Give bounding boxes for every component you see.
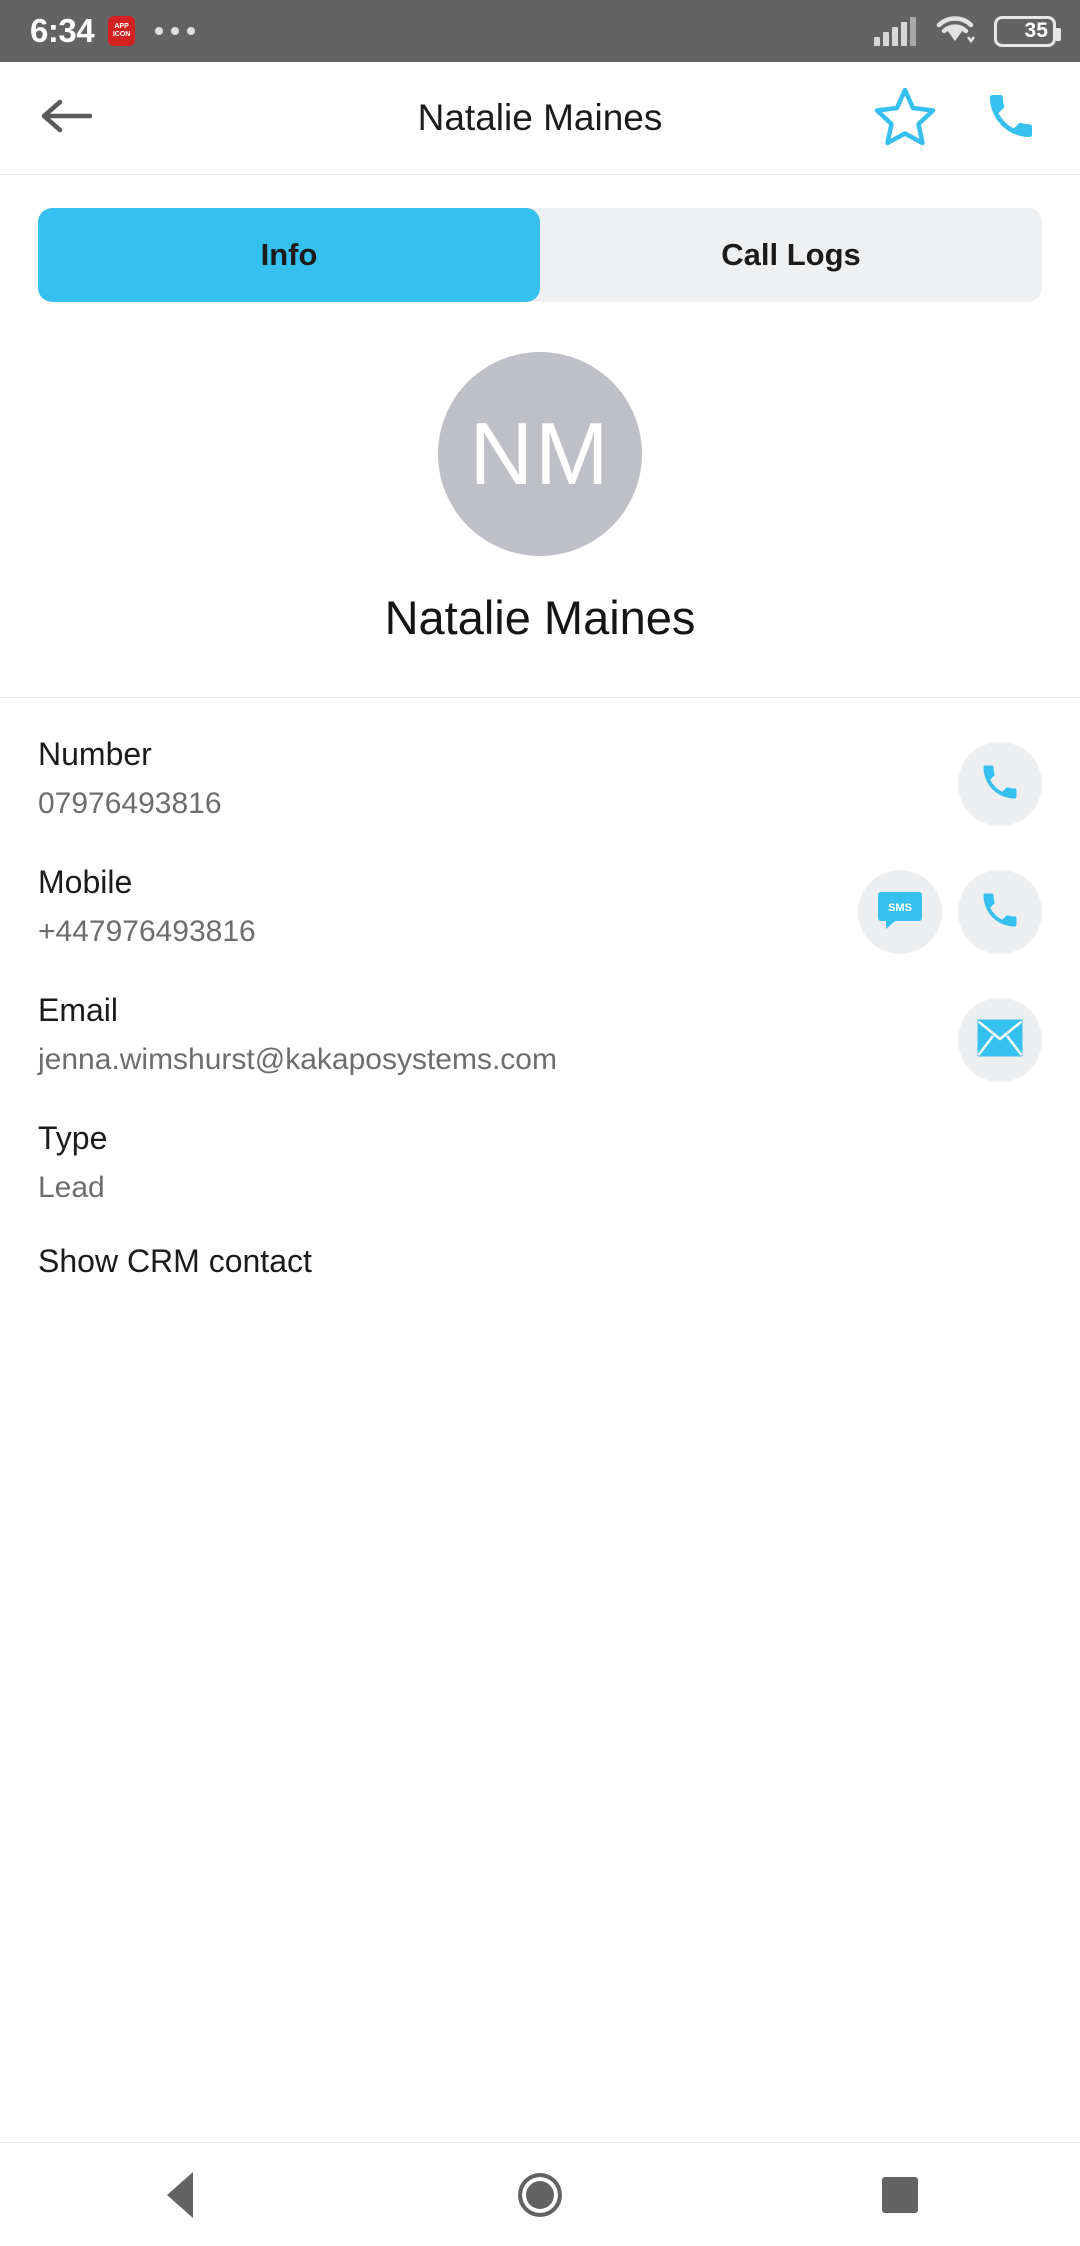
nav-home-icon [518, 2172, 562, 2217]
detail-actions [958, 998, 1042, 1082]
detail-value: jenna.wimshurst@kakaposystems.com [38, 1042, 557, 1076]
notification-app-icon: APP ICON [108, 16, 136, 46]
back-arrow-icon [40, 96, 93, 141]
call-number-button[interactable] [958, 742, 1042, 826]
tab-bar-container: Info Call Logs [0, 175, 1080, 302]
tab-call-logs[interactable]: Call Logs [540, 208, 1042, 302]
call-mobile-button[interactable] [958, 870, 1042, 954]
nav-recents-button[interactable] [845, 2143, 955, 2246]
app-bar-actions [874, 87, 1042, 149]
battery-icon: 35 [994, 15, 1061, 47]
detail-actions [958, 742, 1042, 826]
status-bar-left: 6:34 APP ICON [30, 12, 196, 50]
battery-level: 35 [1024, 19, 1048, 42]
show-crm-contact-label: Show CRM contact [38, 1243, 312, 1280]
detail-row-type: Type Lead [38, 1082, 1042, 1205]
tab-info[interactable]: Info [38, 208, 540, 302]
cellular-signal-icon [874, 16, 916, 46]
contact-name: Natalie Maines [384, 591, 696, 644]
call-button[interactable] [980, 87, 1042, 149]
sms-mobile-button[interactable]: SMS [858, 870, 942, 954]
phone-screen: 6:34 APP ICON 35 Natalie Maines Info Cal… [0, 0, 1080, 2246]
detail-row-number: Number 07976493816 [38, 698, 1042, 826]
detail-value: +447976493816 [38, 914, 256, 948]
detail-texts: Mobile +447976493816 [38, 864, 858, 949]
detail-row-mobile: Mobile +447976493816 SMS [38, 826, 1042, 954]
envelope-icon [977, 1019, 1023, 1062]
phone-icon [978, 760, 1022, 809]
more-notifications-icon [155, 27, 196, 35]
star-outline-icon [874, 86, 936, 151]
contact-details-list: Number 07976493816 Mobile +447976493816 [0, 698, 1080, 1281]
nav-home-button[interactable] [485, 2143, 595, 2246]
status-bar: 6:34 APP ICON 35 [0, 0, 1080, 62]
favorite-button[interactable] [874, 87, 936, 149]
wifi-icon [934, 13, 976, 50]
detail-texts: Number 07976493816 [38, 736, 958, 821]
tab-bar: Info Call Logs [38, 208, 1042, 302]
detail-texts: Email jenna.wimshurst@kakaposystems.com [38, 992, 958, 1077]
nav-back-icon [167, 2171, 193, 2218]
back-button[interactable] [38, 90, 94, 146]
android-nav-bar [0, 2142, 1080, 2246]
show-crm-contact-link[interactable]: Show CRM contact [38, 1205, 1042, 1281]
phone-icon [983, 88, 1039, 149]
detail-actions: SMS [858, 870, 1042, 954]
detail-value: Lead [38, 1170, 105, 1204]
nav-back-button[interactable] [125, 2143, 235, 2246]
detail-row-email: Email jenna.wimshurst@kakaposystems.com [38, 954, 1042, 1082]
phone-icon [978, 888, 1022, 937]
profile-header: NM Natalie Maines [0, 302, 1080, 698]
detail-value: 07976493816 [38, 786, 222, 820]
detail-label: Email [38, 992, 119, 1028]
status-bar-right: 35 [874, 13, 1061, 50]
detail-label: Mobile [38, 864, 133, 900]
send-email-button[interactable] [958, 998, 1042, 1082]
app-bar: Natalie Maines [0, 62, 1080, 175]
detail-label: Number [38, 736, 152, 772]
avatar-initials: NM [469, 404, 611, 503]
avatar: NM [438, 352, 642, 556]
detail-texts: Type Lead [38, 1120, 1042, 1205]
status-clock: 6:34 [30, 12, 95, 49]
detail-label: Type [38, 1120, 108, 1156]
sms-icon-label: SMS [888, 902, 912, 914]
nav-recents-icon [882, 2176, 918, 2213]
sms-icon: SMS [875, 885, 925, 940]
